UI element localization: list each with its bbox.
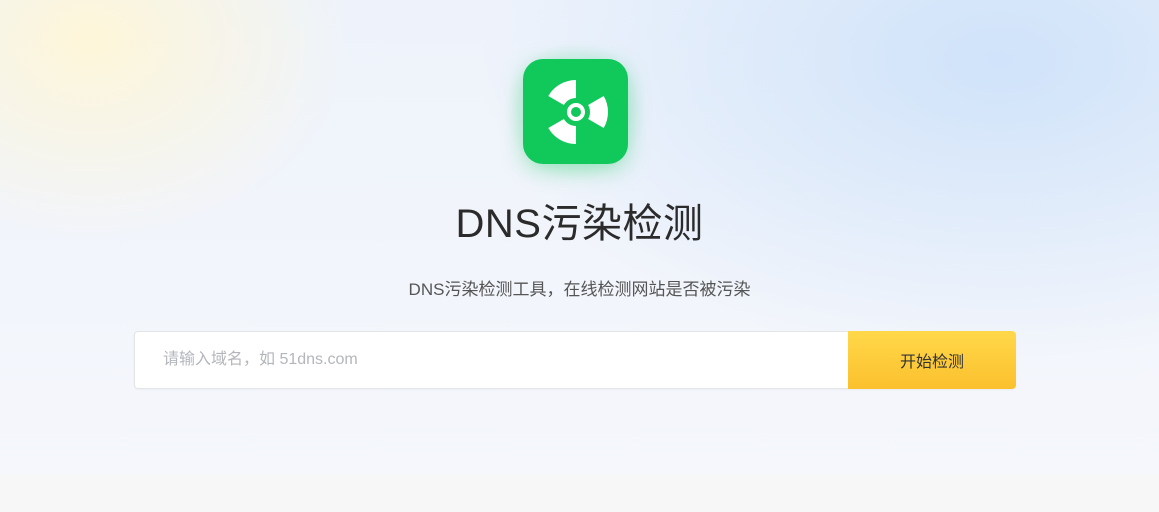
radiation-icon <box>547 79 608 144</box>
page: DNS污染检测 DNS污染检测工具，在线检测网站是否被污染 开始检测 <box>0 0 1159 512</box>
bottom-strip <box>0 475 1159 512</box>
domain-input[interactable] <box>134 331 848 389</box>
page-title: DNS污染检测 <box>455 202 704 246</box>
search-bar: 开始检测 <box>134 331 1016 389</box>
app-logo <box>523 59 628 164</box>
logo-wrapper <box>505 41 646 182</box>
page-subtitle: DNS污染检测工具，在线检测网站是否被污染 <box>408 280 751 299</box>
hero-section: DNS污染检测 DNS污染检测工具，在线检测网站是否被污染 开始检测 <box>0 0 1159 475</box>
start-check-button[interactable]: 开始检测 <box>848 331 1016 389</box>
